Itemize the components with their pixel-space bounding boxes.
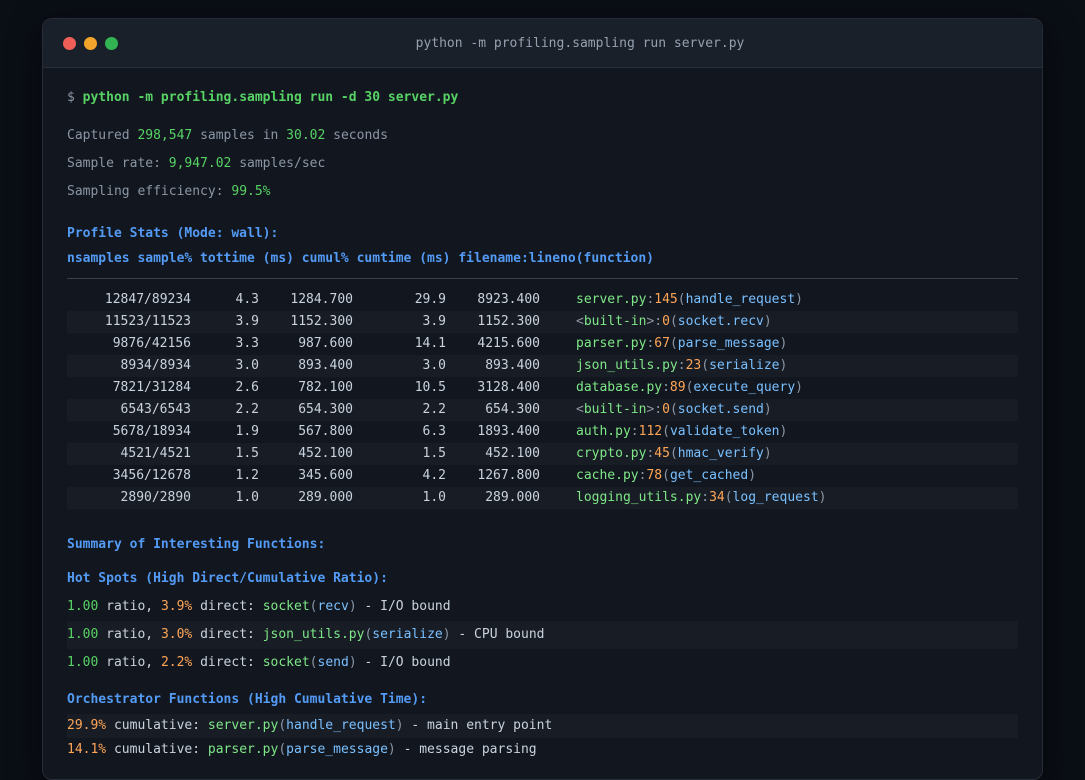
window-title: python -m profiling.sampling run server.… bbox=[415, 35, 745, 51]
hot-spot-item: 1.00 ratio, 2.2% direct: socket(send) - … bbox=[67, 655, 451, 670]
function-location: crypto.py:45(hmac_verify) bbox=[576, 446, 772, 461]
command-text: python -m profiling.sampling run -d 30 s… bbox=[82, 90, 459, 105]
rate-unit-label: samples/sec bbox=[231, 156, 326, 171]
sample-rate-line: Sample rate: 9,947.02 samples/sec bbox=[67, 150, 1018, 178]
function-location: cache.py:78(get_cached) bbox=[576, 468, 757, 483]
maximize-window-button[interactable] bbox=[105, 36, 118, 50]
table-row: 7821/31284 2.6 782.100 10.5 3128.400 database… bbox=[67, 377, 1018, 399]
terminal-content: $ python -m profiling.sampling run -d 30… bbox=[43, 68, 1042, 762]
duration-value: 30.02 bbox=[286, 128, 326, 143]
samples-count: 298,547 bbox=[137, 128, 193, 143]
function-location: parser.py:67(parse_message) bbox=[576, 336, 788, 351]
hot-spots-heading: Hot Spots (High Direct/Cumulative Ratio)… bbox=[67, 571, 388, 586]
orchestrator-list: 29.9% cumulative: server.py(handle_reque… bbox=[67, 714, 1018, 762]
table-row: 8934/8934 3.0 893.400 3.0 893.400 json_utils.… bbox=[67, 355, 1018, 377]
table-row: 3456/12678 1.2 345.600 4.2 1267.800 cache.py:… bbox=[67, 465, 1018, 487]
rate-label: Sample rate: bbox=[67, 156, 169, 171]
sampling-efficiency-line: Sampling efficiency: 99.5% bbox=[67, 178, 1018, 206]
minimize-window-button[interactable] bbox=[84, 36, 97, 50]
hot-spot-item: 1.00 ratio, 3.9% direct: socket(recv) - … bbox=[67, 599, 451, 614]
close-window-button[interactable] bbox=[63, 36, 76, 50]
efficiency-label: Sampling efficiency: bbox=[67, 184, 232, 199]
function-location: <built-in>:0(socket.send) bbox=[576, 402, 772, 417]
function-location: server.py:145(handle_request) bbox=[576, 292, 803, 307]
orchestrator-item: 14.1% cumulative: parser.py(parse_messag… bbox=[67, 742, 537, 757]
table-divider bbox=[67, 278, 1018, 279]
command-line: $ python -m profiling.sampling run -d 30… bbox=[67, 84, 1018, 112]
table-columns-header: nsamples sample% tottime (ms) cumul% cum… bbox=[67, 251, 654, 266]
function-location: json_utils.py:23(serialize) bbox=[576, 358, 788, 373]
captured-stats-line: Captured 298,547 samples in 30.02 second… bbox=[67, 122, 1018, 150]
profile-table: 12847/89234 4.3 1284.700 29.9 8923.400 server… bbox=[67, 289, 1018, 509]
function-location: <built-in>:0(socket.recv) bbox=[576, 314, 772, 329]
hot-spot-item: 1.00 ratio, 3.0% direct: json_utils.py(s… bbox=[67, 621, 1018, 649]
terminal-window: python -m profiling.sampling run server.… bbox=[42, 18, 1043, 780]
function-location: database.py:89(execute_query) bbox=[576, 380, 803, 395]
orchestrator-item: 29.9% cumulative: server.py(handle_reque… bbox=[67, 714, 1018, 738]
table-row: 6543/6543 2.2 654.300 2.2 654.300 <built-in>:… bbox=[67, 399, 1018, 421]
orchestrator-heading: Orchestrator Functions (High Cumulative … bbox=[67, 692, 428, 707]
seconds-label: seconds bbox=[325, 128, 388, 143]
summary-heading: Summary of Interesting Functions: bbox=[67, 537, 326, 552]
prompt-symbol: $ bbox=[67, 90, 83, 105]
profile-stats-heading: Profile Stats (Mode: wall): bbox=[67, 226, 279, 241]
captured-mid-label: samples in bbox=[192, 128, 287, 143]
window-controls bbox=[43, 36, 118, 50]
table-row: 5678/18934 1.9 567.800 6.3 1893.400 auth.py:1… bbox=[67, 421, 1018, 443]
efficiency-value: 99.5% bbox=[231, 184, 271, 199]
function-location: logging_utils.py:34(log_request) bbox=[576, 490, 827, 505]
captured-label: Captured bbox=[67, 128, 138, 143]
rate-value: 9,947.02 bbox=[168, 156, 232, 171]
table-row: 4521/4521 1.5 452.100 1.5 452.100 crypto.py:4… bbox=[67, 443, 1018, 465]
title-bar: python -m profiling.sampling run server.… bbox=[43, 19, 1042, 68]
table-row: 12847/89234 4.3 1284.700 29.9 8923.400 server… bbox=[67, 289, 1018, 311]
hot-spots-list: 1.00 ratio, 3.9% direct: socket(recv) - … bbox=[67, 593, 1018, 677]
table-row: 2890/2890 1.0 289.000 1.0 289.000 logging_uti… bbox=[67, 487, 1018, 509]
table-row: 11523/11523 3.9 1152.300 3.9 1152.300 <built-… bbox=[67, 311, 1018, 333]
function-location: auth.py:112(validate_token) bbox=[576, 424, 788, 439]
table-row: 9876/42156 3.3 987.600 14.1 4215.600 parser.p… bbox=[67, 333, 1018, 355]
